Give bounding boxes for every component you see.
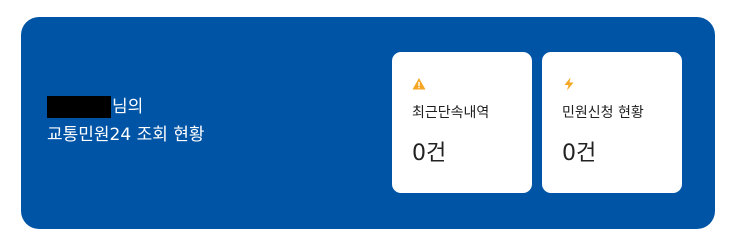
redacted-user-name — [47, 96, 111, 118]
warning-icon — [412, 76, 426, 90]
greeting-line1: 님의 — [47, 93, 205, 121]
card-count: 0건 — [562, 141, 597, 166]
card-count: 0건 — [412, 141, 447, 166]
card-label: 최근단속내역 — [412, 105, 490, 121]
complaint-status-card[interactable]: 민원신청 현황 0건 — [542, 52, 682, 193]
greeting: 님의 교통민원24 조회 현황 — [47, 93, 205, 149]
greeting-suffix: 님의 — [112, 97, 144, 117]
status-banner: 님의 교통민원24 조회 현황 최근단속내역 0건 민원신청 현황 0건 — [21, 17, 715, 229]
recent-enforcement-card[interactable]: 최근단속내역 0건 — [392, 52, 532, 193]
greeting-title: 교통민원24 조회 현황 — [47, 125, 205, 145]
card-label: 민원신청 현황 — [562, 105, 644, 121]
lightning-icon — [562, 76, 576, 91]
